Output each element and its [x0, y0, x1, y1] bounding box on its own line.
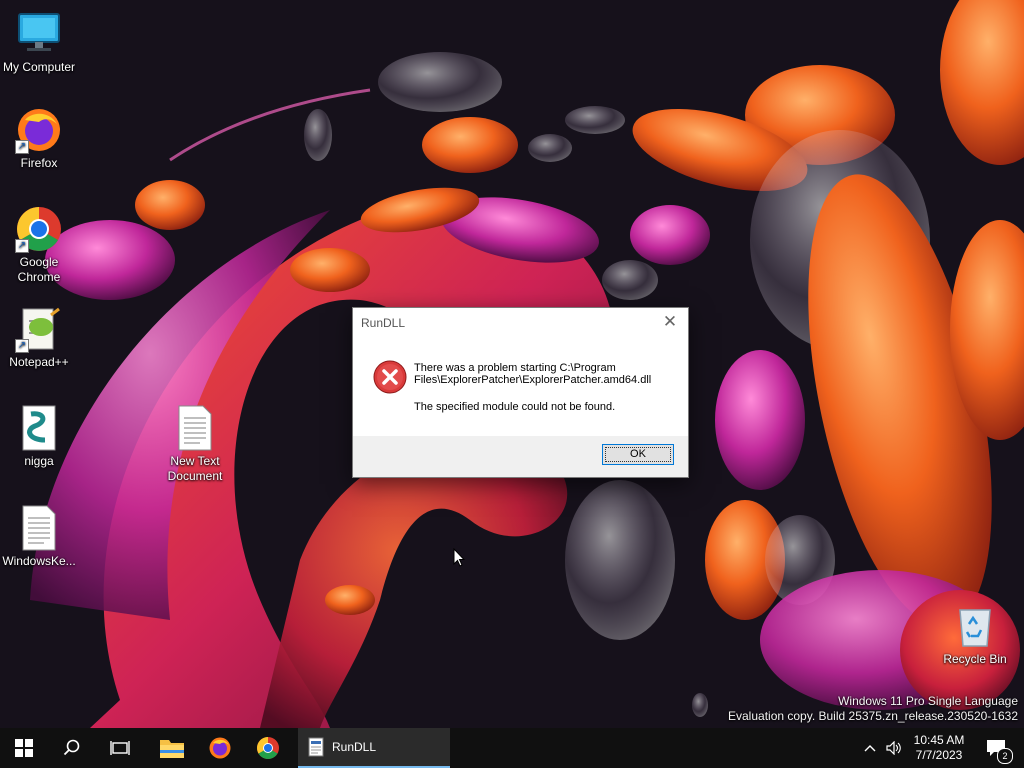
desktop-icon-label: My Computer	[2, 60, 76, 74]
dialog-footer: OK	[353, 436, 688, 477]
desktop-icon-notepadpp[interactable]: ↗ Notepad++	[1, 305, 77, 370]
dialog-title: RunDLL	[361, 316, 406, 330]
taskbar-chrome[interactable]	[244, 728, 292, 768]
search-button[interactable]	[48, 728, 96, 768]
shortcut-arrow-icon: ↗	[15, 339, 29, 353]
show-hidden-icons-button[interactable]	[858, 728, 882, 768]
clock-time: 10:45 AM	[913, 733, 965, 747]
notifications-button[interactable]: 2	[976, 728, 1016, 768]
mouse-cursor-icon	[453, 548, 465, 567]
notepadpp-icon: ↗	[15, 305, 63, 353]
desktop-icon-my-computer[interactable]: My Computer	[1, 10, 77, 75]
text-file-icon	[15, 504, 63, 552]
error-dialog[interactable]: RunDLL ✕ There was a problem starting C:…	[352, 307, 689, 478]
notification-count-badge: 2	[997, 748, 1013, 764]
chrome-icon: ↗	[15, 205, 63, 253]
taskbar: RunDLL 10:45 AM 7/7/2023 2	[0, 728, 1024, 768]
dialog-titlebar[interactable]: RunDLL ✕	[353, 308, 688, 336]
rundll-app-icon	[308, 737, 324, 757]
close-button[interactable]: ✕	[656, 311, 684, 333]
desktop-icon-google-chrome[interactable]: ↗ Google Chrome	[1, 205, 77, 285]
desktop-icon-recycle-bin[interactable]: Recycle Bin	[937, 602, 1013, 667]
dialog-message: There was a problem starting C:\Program …	[414, 362, 652, 386]
desktop-icon-label: Google Chrome	[17, 255, 61, 284]
taskbar-file-explorer[interactable]	[148, 728, 196, 768]
desktop-icon-label: Recycle Bin	[943, 652, 1007, 666]
windows-logo-icon	[15, 739, 33, 757]
desktop-icon-label: nigga	[24, 454, 54, 468]
recycle-bin-icon	[951, 602, 999, 650]
speaker-icon	[886, 741, 901, 755]
desktop-icon-label: WindowsKe...	[2, 554, 76, 568]
dialog-body: There was a problem starting C:\Program …	[353, 336, 688, 436]
desktop-icon-windowskey-file[interactable]: WindowsKe...	[1, 504, 77, 569]
ok-button[interactable]: OK	[602, 444, 674, 465]
text-file-icon	[171, 404, 219, 452]
dialog-detail: The specified module could not be found.	[414, 401, 616, 413]
monitor-icon	[15, 10, 63, 58]
watermark-build: Evaluation copy. Build 25375.zn_release.…	[728, 709, 1018, 723]
shortcut-arrow-icon: ↗	[15, 239, 29, 253]
chevron-up-icon	[864, 745, 876, 752]
search-icon	[63, 739, 80, 756]
taskbar-firefox[interactable]	[196, 728, 244, 768]
desktop-icon-firefox[interactable]: ↗ Firefox	[1, 106, 77, 171]
desktop-icon-label: Firefox	[20, 156, 58, 170]
volume-button[interactable]	[882, 728, 906, 768]
taskbar-app-label: RunDLL	[332, 740, 377, 754]
script-file-icon	[15, 404, 63, 452]
desktop-icon-script-file[interactable]: nigga	[1, 404, 77, 469]
watermark-edition: Windows 11 Pro Single Language	[838, 694, 1018, 708]
clock[interactable]: 10:45 AM 7/7/2023	[906, 728, 972, 768]
firefox-icon	[209, 737, 231, 759]
firefox-icon: ↗	[15, 106, 63, 154]
desktop-icon-label: Notepad++	[9, 355, 69, 369]
shortcut-arrow-icon: ↗	[15, 140, 29, 154]
folder-icon	[160, 740, 184, 758]
error-icon	[373, 360, 407, 394]
start-button[interactable]	[0, 728, 48, 768]
clock-date: 7/7/2023	[915, 748, 963, 762]
chrome-icon	[257, 737, 279, 759]
task-view-button[interactable]	[96, 728, 144, 768]
taskbar-rundll[interactable]: RunDLL	[298, 728, 450, 768]
desktop-icon-label: New Text Document	[167, 454, 223, 483]
task-view-icon	[110, 741, 130, 755]
desktop-icon-new-text-document[interactable]: New Text Document	[157, 404, 233, 484]
